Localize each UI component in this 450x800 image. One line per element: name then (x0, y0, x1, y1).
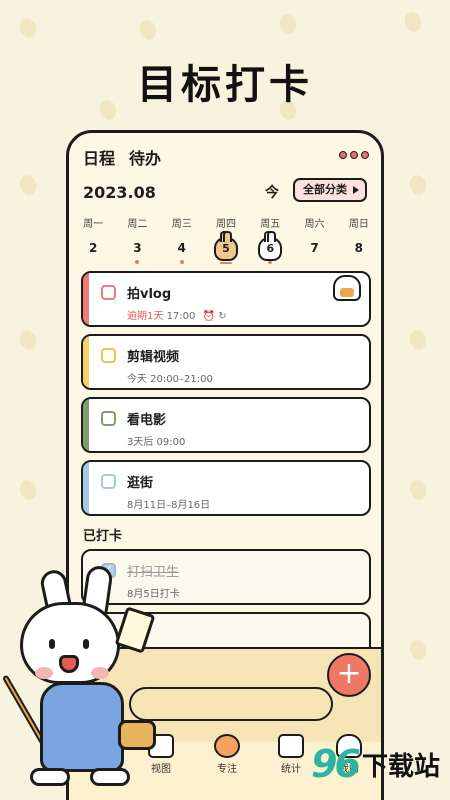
weekday-label: 周二 (127, 219, 148, 230)
day-cell[interactable]: 周三 4 (160, 215, 204, 264)
week-strip: 周一 2 周二 3 周三 4 周四 5 周五 6 周六 7 周日 8 (71, 215, 381, 264)
event-dot (179, 260, 184, 264)
category-stripe (83, 273, 89, 325)
bunny-mascot-illustration (0, 564, 170, 800)
day-cell[interactable]: 周六 7 (292, 215, 336, 264)
selected-indicator (219, 262, 232, 264)
task-meta: 今天 20:00–21:00 (127, 374, 213, 385)
task-title: 剪辑视频 (127, 350, 180, 365)
task-meta: 3天后 09:00 (127, 437, 186, 448)
weekday-label: 周五 (260, 219, 281, 230)
task-card[interactable]: 剪辑视频 今天 20:00–21:00 (81, 334, 371, 390)
category-stripe (83, 399, 89, 451)
bag-icon (118, 720, 156, 750)
weekday-label: 周六 (304, 219, 325, 230)
task-title: 逛街 (127, 476, 154, 491)
day-number: 7 (310, 241, 319, 255)
nav-label: 专注 (217, 764, 237, 775)
weekday-label: 周三 (171, 219, 192, 230)
task-checkbox[interactable] (101, 474, 116, 489)
day-cell[interactable]: 周日 8 (337, 215, 381, 264)
task-checkbox[interactable] (101, 285, 116, 300)
day-number: 2 (88, 241, 98, 255)
task-meta: 逾期1天 17:00 ⏰ ↻ (127, 307, 227, 322)
task-checkbox[interactable] (101, 348, 116, 363)
overdue-label: 逾期1天 (127, 311, 164, 322)
weekday-label: 周日 (348, 219, 369, 230)
completed-section-title: 已打卡 (80, 525, 125, 546)
nav-item-focus[interactable]: 专注 (197, 734, 257, 775)
task-checkbox[interactable] (101, 411, 116, 426)
weekday-label: 周一 (83, 219, 104, 230)
current-month[interactable]: 2023.08 (83, 183, 156, 202)
task-title: 看电影 (127, 413, 167, 428)
day-cell[interactable]: 周二 3 (115, 215, 159, 264)
watermark-logo: 96 (311, 742, 361, 786)
bunny-day-icon: 5 (213, 231, 238, 261)
task-list: 拍vlog 逾期1天 17:00 ⏰ ↻ 剪辑视频 今天 20:00–21:00… (81, 271, 371, 523)
task-card[interactable]: 看电影 3天后 09:00 (81, 397, 371, 453)
day-cell-selected[interactable]: 周四 5 (204, 215, 248, 264)
day-number: 8 (354, 241, 363, 255)
task-time: 17:00 (166, 311, 196, 322)
page-headline: 目标打卡 (137, 62, 313, 108)
view-tabs: 日程 待办 (80, 145, 161, 172)
category-filter-button[interactable]: 全部分类 (293, 178, 367, 202)
paper-icon (114, 606, 156, 654)
watermark-text: 下载站 (361, 751, 440, 782)
task-card[interactable]: 拍vlog 逾期1天 17:00 ⏰ ↻ (81, 271, 371, 327)
alarm-repeat-icon: ⏰ ↻ (202, 311, 227, 322)
category-stripe (83, 336, 89, 388)
tab-todo[interactable]: 待办 (129, 145, 161, 169)
bunny-day-icon: 6 (258, 231, 283, 261)
today-button[interactable]: 今 (265, 182, 279, 202)
add-task-button[interactable]: + (327, 653, 371, 697)
tab-schedule[interactable]: 日程 (80, 145, 120, 172)
day-cell[interactable]: 周五 6 (248, 215, 292, 264)
day-cell[interactable]: 周一 2 (71, 215, 115, 264)
alarm-clock-icon (214, 734, 240, 758)
task-meta: 8月11日–8月16日 (127, 500, 211, 511)
task-card[interactable]: 逛街 8月11日–8月16日 (81, 460, 371, 516)
weekday-label: 周四 (215, 219, 236, 230)
category-stripe (83, 462, 89, 514)
bunny-sticker-icon (333, 275, 361, 301)
more-dots-icon[interactable] (339, 151, 369, 159)
task-title: 拍vlog (127, 287, 172, 302)
site-watermark: 96 下载站 (311, 742, 440, 786)
event-dot (135, 260, 140, 264)
day-number: 3 (133, 241, 142, 255)
chart-icon (278, 734, 304, 758)
day-number: 4 (177, 241, 186, 255)
